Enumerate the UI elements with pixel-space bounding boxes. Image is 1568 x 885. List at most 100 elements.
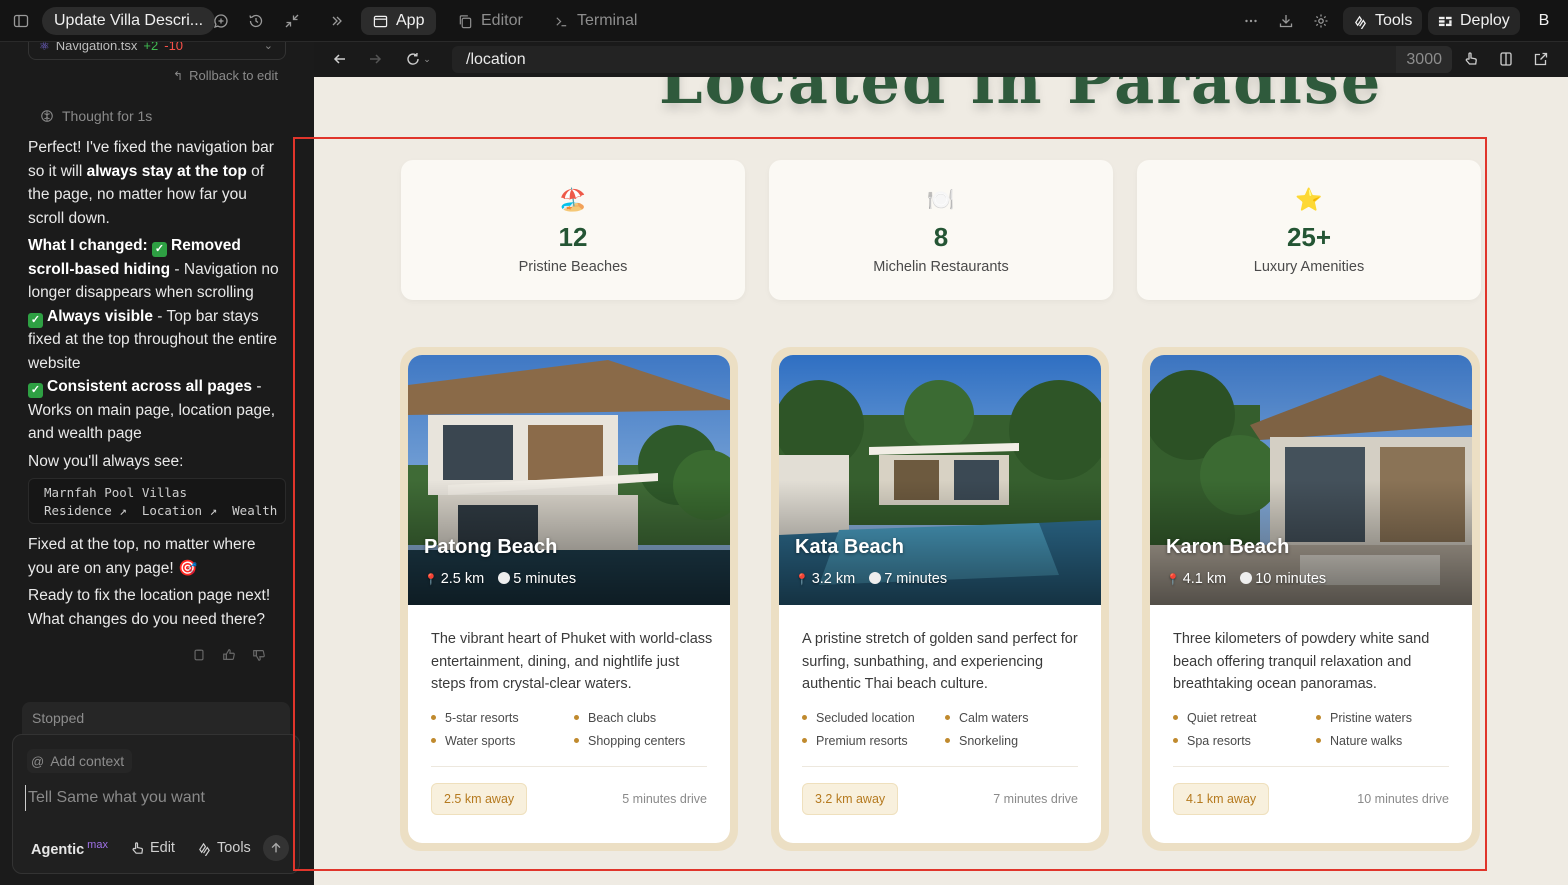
thumbs-up-icon[interactable]: [222, 648, 236, 662]
avatar[interactable]: B: [1532, 7, 1556, 35]
url-text[interactable]: /location: [466, 51, 526, 69]
at-icon: @: [31, 753, 45, 769]
distance-badge: 2.5 km away: [431, 783, 528, 815]
mode-tier: max: [87, 838, 108, 851]
lines-added: +2: [143, 42, 159, 53]
double-chevron-right-icon[interactable]: [324, 8, 350, 34]
beach-name: Patong Beach: [424, 536, 558, 558]
sidebar-toggle-icon[interactable]: [8, 8, 34, 34]
stat-value: 25+: [1286, 222, 1332, 252]
changes-heading: What I changed:: [28, 237, 148, 254]
stat-card: ⭐ 25+ Luxury Amenities: [1137, 160, 1481, 300]
mode-selector[interactable]: Agentic max: [31, 839, 108, 858]
thought-label: Thought for 1s: [62, 108, 153, 124]
feature-item: Premium resorts: [802, 734, 945, 748]
plate-cutlery-icon: 🍽️: [927, 187, 955, 212]
distance-info: 📍 3.2 km: [795, 571, 855, 587]
more-icon[interactable]: [1238, 8, 1264, 34]
pin-icon: 📍: [1166, 574, 1180, 586]
download-icon[interactable]: [1273, 8, 1299, 34]
chevron-down-icon[interactable]: ⌄: [264, 42, 273, 52]
beach-description: A pristine stretch of golden sand perfec…: [802, 631, 1078, 692]
edit-button[interactable]: Edit: [130, 840, 175, 856]
pointer-hand-icon: [132, 841, 143, 854]
code-line: Residence ↗ Location ↗ Wealth: [44, 503, 278, 518]
terminal-icon: [556, 16, 567, 26]
beach-distance: 2.5 km: [440, 571, 485, 587]
back-arrow-icon[interactable]: [327, 46, 353, 72]
check-icon: ✓: [28, 312, 43, 328]
tools-icon: [1355, 15, 1366, 29]
stat-value: 8: [933, 222, 949, 252]
change3-title: Consistent across all pages: [47, 378, 253, 395]
changed-file-card[interactable]: ⚛ Navigation.tsx +2 -10 ⌄: [28, 42, 286, 60]
deploy-button[interactable]: Deploy: [1428, 7, 1520, 35]
beach-time: 7 minutes: [884, 571, 948, 587]
send-button[interactable]: [263, 835, 289, 861]
reload-icon[interactable]: ⌄: [400, 46, 436, 72]
message-composer: @ Add context Agenticmax Edit Tools: [12, 734, 300, 874]
tab-terminal-label: Terminal: [577, 12, 638, 29]
code-line: Marnfah Pool Villas: [44, 485, 187, 500]
time-info: 10 minutes: [1240, 571, 1326, 587]
time-info: 5 minutes: [498, 571, 576, 587]
beach-card-patong[interactable]: Patong Beach 📍 2.5 km 5 minutes The vibra…: [400, 347, 738, 851]
tab-app-label: App: [396, 12, 425, 29]
chat-icon[interactable]: [208, 8, 234, 34]
intro-text-bold: always stay at the top: [86, 162, 247, 180]
copy-icon: [459, 14, 472, 28]
collapse-icon[interactable]: [279, 8, 305, 34]
rollback-label: Rollback to edit: [189, 68, 278, 83]
deploy-button-label: Deploy: [1460, 12, 1510, 29]
tab-app[interactable]: App: [361, 7, 437, 35]
beach-name: Kata Beach: [795, 536, 904, 558]
villa-image: [779, 355, 1101, 605]
beach-card-kata[interactable]: Kata Beach 📍 3.2 km 7 minutes A pristine …: [771, 347, 1109, 851]
add-context-label: Add context: [50, 753, 125, 769]
browser-bar: ⌄ /location 3000: [314, 42, 1568, 77]
fixed-message: Fixed at the top, no matter where you ar…: [28, 536, 256, 577]
port-number[interactable]: 3000: [1396, 46, 1452, 73]
copy-icon[interactable]: [192, 648, 206, 662]
chat-panel: ⚛ Navigation.tsx +2 -10 ⌄ ↰ Rollback to …: [0, 42, 314, 885]
composer-tools-label: Tools: [216, 840, 251, 856]
device-toggle-icon[interactable]: [1493, 46, 1519, 72]
villa-image: [1150, 355, 1472, 605]
thumbs-down-icon[interactable]: [252, 648, 266, 662]
brain-icon: [41, 110, 53, 122]
mode-label: Agentic: [31, 841, 85, 858]
feature-item: Snorkeling: [945, 734, 1082, 748]
feedback-actions: [192, 648, 266, 662]
beach-features: 5-star resorts Beach clubs Water sports …: [431, 711, 711, 748]
open-external-icon[interactable]: [1528, 46, 1554, 72]
forward-arrow-icon[interactable]: [362, 46, 388, 72]
edit-label: Edit: [149, 840, 175, 856]
pointer-hand-icon[interactable]: [1458, 46, 1484, 72]
project-title[interactable]: Update Villa Descri...: [42, 7, 216, 35]
add-context-button[interactable]: @ Add context: [27, 749, 133, 773]
tab-editor[interactable]: Editor: [446, 7, 535, 35]
distance-badge: 3.2 km away: [802, 783, 899, 815]
clock-icon: [869, 572, 882, 584]
history-icon[interactable]: [243, 8, 269, 34]
feature-item: Secluded location: [802, 711, 945, 725]
assistant-message-changes: What I changed: ✓ Removed scroll-based hi…: [28, 234, 284, 446]
feature-item: 5-star resorts: [431, 711, 574, 725]
thought-indicator[interactable]: Thought for 1s: [40, 108, 152, 124]
url-bar[interactable]: /location 3000: [452, 46, 1452, 73]
assistant-message-intro: Perfect! I've fixed the navigation bar s…: [28, 136, 284, 230]
prompt-input[interactable]: [25, 785, 285, 811]
feature-item: Pristine waters: [1316, 711, 1453, 725]
beach-card-karon[interactable]: Karon Beach 📍 4.1 km 10 minutes Three kil…: [1142, 347, 1480, 851]
stat-card: 🍽️ 8 Michelin Restaurants: [769, 160, 1113, 300]
beach-meta: 📍 2.5 km 5 minutes: [424, 571, 576, 587]
divider: [1173, 766, 1449, 767]
composer-tools-button[interactable]: Tools: [197, 840, 251, 856]
tab-terminal[interactable]: Terminal: [542, 7, 649, 35]
tools-button[interactable]: Tools: [1343, 7, 1423, 35]
feature-item: Calm waters: [945, 711, 1082, 725]
lines-removed: -10: [164, 42, 184, 53]
rollback-button[interactable]: ↰ Rollback to edit: [173, 68, 278, 83]
beach-meta: 📍 3.2 km 7 minutes: [795, 571, 947, 587]
gear-icon[interactable]: [1308, 8, 1334, 34]
